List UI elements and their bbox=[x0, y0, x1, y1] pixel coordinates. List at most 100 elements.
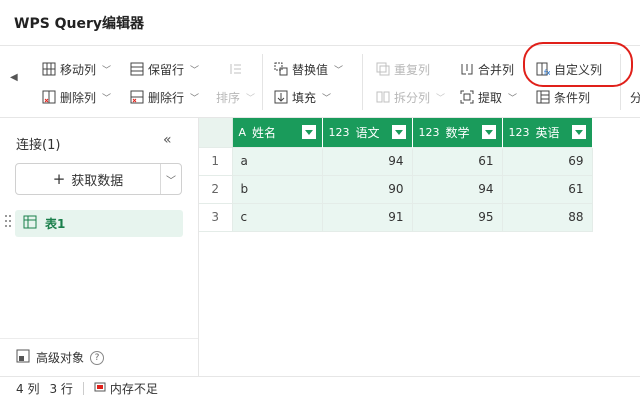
ribbon-divider bbox=[262, 54, 263, 110]
get-data-dropdown-icon[interactable]: ﹀ bbox=[161, 172, 181, 187]
chevron-down-icon: ﹀ bbox=[322, 93, 332, 104]
get-data-label: 获取数据 bbox=[71, 173, 124, 189]
keep-rows-label: 保留行 bbox=[148, 62, 185, 77]
column-header-english[interactable]: 123 英语 bbox=[502, 118, 593, 147]
collapse-sidebar-icon[interactable]: « bbox=[163, 132, 172, 148]
column-header-chinese[interactable]: 123 语文 bbox=[322, 118, 413, 147]
replace-values-label: 替换值 bbox=[292, 62, 329, 77]
column-header-label: 姓名 bbox=[252, 125, 277, 140]
sort-label: 排序 bbox=[216, 90, 241, 105]
keep-rows-button[interactable]: 保留行 ﹀ bbox=[130, 58, 199, 80]
chevron-down-icon: ﹀ bbox=[246, 93, 256, 104]
cell-chinese[interactable]: 90 bbox=[321, 174, 413, 204]
drag-handle-icon[interactable] bbox=[5, 215, 11, 229]
fill-icon bbox=[274, 90, 288, 104]
plus-icon: + bbox=[52, 170, 66, 188]
delete-rows-icon bbox=[130, 90, 144, 104]
chevron-down-icon: ﹀ bbox=[190, 65, 200, 76]
ribbon-overflow-label: 分 bbox=[630, 90, 640, 105]
cell-chinese[interactable]: 91 bbox=[321, 202, 413, 232]
connections-sidebar: 连接(1) « + 获取数据 ﹀ 表1 高级对象 ? bbox=[0, 118, 199, 376]
help-icon[interactable]: ? bbox=[90, 350, 105, 365]
row-count: 3 行 bbox=[49, 381, 73, 396]
cell-name[interactable]: b bbox=[231, 174, 323, 204]
column-header-math[interactable]: 123 数学 bbox=[412, 118, 503, 147]
sort-button[interactable]: 排序 ﹀ bbox=[216, 86, 255, 108]
move-column-label: 移动列 bbox=[60, 62, 97, 77]
replace-values-button[interactable]: 替换值 ﹀ bbox=[274, 58, 343, 80]
memory-warning-icon bbox=[94, 381, 106, 396]
number-type-icon[interactable]: 123 bbox=[329, 126, 350, 139]
table-row[interactable]: 3 c 91 95 88 bbox=[199, 202, 593, 232]
get-data-button[interactable]: + 获取数据 bbox=[16, 164, 161, 194]
conditional-column-label: 条件列 bbox=[554, 90, 591, 105]
text-type-icon[interactable]: A bbox=[239, 126, 247, 139]
merge-columns-label: 合并列 bbox=[478, 62, 515, 77]
memory-warning: 内存不足 bbox=[94, 380, 158, 397]
data-grid: A 姓名 123 语文 123 数学 123 英语 1 a 94 61 69 2… bbox=[199, 118, 593, 232]
sort-bars-icon bbox=[228, 62, 242, 76]
cell-english[interactable]: 69 bbox=[501, 146, 593, 176]
ribbon-scroll-left-icon[interactable]: ◀ bbox=[10, 72, 18, 83]
cell-math[interactable]: 61 bbox=[411, 146, 503, 176]
status-bar: 4 列 3 行 内存不足 bbox=[0, 376, 640, 399]
ribbon-overflow-button[interactable]: 分 bbox=[630, 86, 640, 108]
cell-math[interactable]: 95 bbox=[411, 202, 503, 232]
merge-icon bbox=[460, 62, 474, 76]
row-number[interactable]: 1 bbox=[199, 146, 233, 176]
chevron-down-icon: ﹀ bbox=[190, 93, 200, 104]
table-item-label: 表1 bbox=[45, 217, 66, 231]
advanced-objects-label: 高级对象 bbox=[36, 351, 85, 365]
extract-icon bbox=[460, 90, 474, 104]
filter-dropdown-icon[interactable] bbox=[391, 125, 406, 140]
cell-english[interactable]: 61 bbox=[501, 174, 593, 204]
table-row[interactable]: 2 b 90 94 61 bbox=[199, 174, 593, 204]
duplicate-icon bbox=[376, 62, 390, 76]
filter-dropdown-icon[interactable] bbox=[481, 125, 496, 140]
advanced-objects-row[interactable]: 高级对象 ? bbox=[0, 338, 198, 376]
number-type-icon[interactable]: 123 bbox=[509, 126, 530, 139]
connections-title: 连接(1) bbox=[16, 138, 61, 153]
status-divider bbox=[82, 381, 84, 395]
sidebar-item-table1[interactable]: 表1 bbox=[15, 210, 183, 237]
chevron-down-icon: ﹀ bbox=[334, 65, 344, 76]
number-type-icon[interactable]: 123 bbox=[419, 126, 440, 139]
chevron-down-icon: ﹀ bbox=[102, 93, 112, 104]
delete-rows-button[interactable]: 删除行 ﹀ bbox=[130, 86, 199, 108]
title-bar: WPS Query编辑器 bbox=[0, 0, 640, 46]
row-number[interactable]: 2 bbox=[199, 174, 233, 204]
cell-name[interactable]: c bbox=[231, 202, 323, 232]
conditional-column-icon bbox=[536, 90, 550, 104]
merge-columns-button[interactable]: 合并列 bbox=[460, 58, 514, 80]
filter-dropdown-icon[interactable] bbox=[301, 125, 316, 140]
table-row[interactable]: 1 a 94 61 69 bbox=[199, 146, 593, 176]
grid-corner[interactable] bbox=[199, 118, 233, 147]
column-header-name[interactable]: A 姓名 bbox=[232, 118, 323, 147]
cell-english[interactable]: 88 bbox=[501, 202, 593, 232]
cell-name[interactable]: a bbox=[231, 146, 323, 176]
sort-icon-top bbox=[228, 58, 242, 80]
column-header-label: 语文 bbox=[355, 125, 380, 140]
filter-dropdown-icon[interactable] bbox=[571, 125, 586, 140]
remove-duplicates-button[interactable]: 重复列 bbox=[376, 58, 430, 80]
cell-chinese[interactable]: 94 bbox=[321, 146, 413, 176]
row-number[interactable]: 3 bbox=[199, 202, 233, 232]
delete-column-icon bbox=[42, 90, 56, 104]
extract-button[interactable]: 提取 ﹀ bbox=[460, 86, 517, 108]
delete-column-label: 删除列 bbox=[60, 90, 97, 105]
cell-math[interactable]: 94 bbox=[411, 174, 503, 204]
column-header-label: 数学 bbox=[445, 125, 470, 140]
fill-button[interactable]: 填充 ﹀ bbox=[274, 86, 331, 108]
column-header-label: 英语 bbox=[535, 125, 560, 140]
conditional-column-button[interactable]: 条件列 bbox=[536, 86, 590, 108]
custom-column-highlight bbox=[523, 42, 633, 87]
app-title: WPS Query编辑器 bbox=[14, 15, 145, 32]
ribbon-divider bbox=[362, 54, 363, 110]
column-count: 4 列 bbox=[16, 381, 40, 396]
split-column-button[interactable]: 拆分列 ﹀ bbox=[376, 86, 445, 108]
split-column-icon bbox=[376, 90, 390, 104]
delete-column-button[interactable]: 删除列 ﹀ bbox=[42, 86, 111, 108]
chevron-down-icon: ﹀ bbox=[436, 93, 446, 104]
move-column-button[interactable]: 移动列 ﹀ bbox=[42, 58, 111, 80]
replace-icon bbox=[274, 62, 288, 76]
